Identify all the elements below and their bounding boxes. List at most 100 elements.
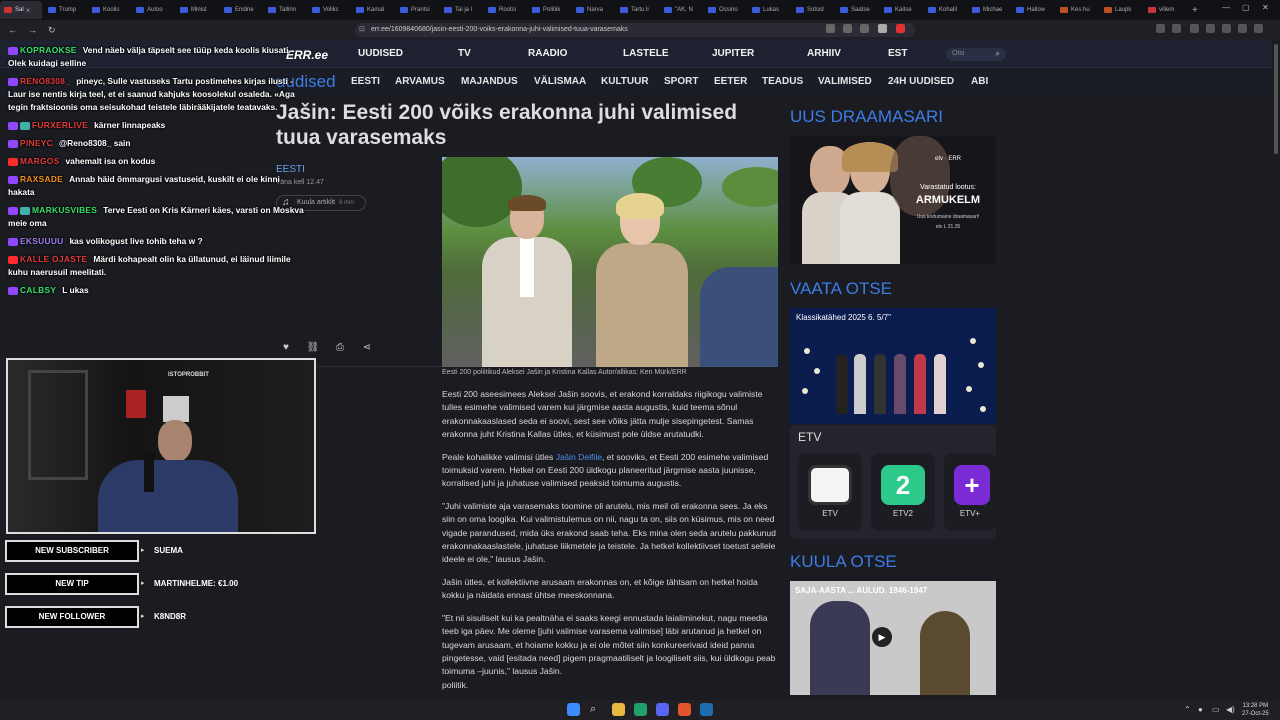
language-selector[interactable]: EST [888,48,907,59]
browser-tab[interactable]: Prantsi [396,1,438,19]
window-close-icon[interactable]: ✕ [1262,3,1269,12]
channel-etv[interactable]: ETV [798,453,862,531]
reload-icon[interactable]: ↻ [48,25,60,36]
network-icon[interactable]: ▭ [1212,705,1220,714]
subnav-valismaa[interactable]: VÄLISMAA [534,76,586,87]
subnav-eesti[interactable]: EESTI [351,76,380,87]
browser-tab[interactable]: "AK. N [660,1,702,19]
search-taskbar-icon[interactable]: ⌕ [590,703,603,716]
subnav-teadus[interactable]: TEADUS [762,76,803,87]
app-icon[interactable] [634,703,647,716]
browser-tab[interactable]: Kes hu [1056,1,1098,19]
radio-heading: KUULA OTSE [790,552,897,571]
back-icon[interactable]: ← [8,25,20,35]
topnav-jupiter[interactable]: JUPITER [712,48,754,59]
like-heart-icon[interactable]: ♥ [277,339,295,357]
copy-link-icon[interactable]: ⛓ [304,339,322,357]
share-article-icon[interactable]: ⋖ [358,339,376,357]
topnav-raadio[interactable]: RAADIO [528,48,567,59]
subnav-eeter[interactable]: EETER [714,76,747,87]
forward-icon[interactable]: → [28,25,40,35]
new-tab-icon[interactable]: + [1192,5,1198,16]
channel-etv2[interactable]: 2 ETV2 [871,453,935,531]
browser-tab[interactable]: Koolis [88,1,130,19]
maximize-icon[interactable]: ▢ [1242,3,1250,12]
browser-tab[interactable]: Politiik [528,1,570,19]
browser-tab[interactable]: Kaitse [880,1,922,19]
browser-tab[interactable]: Lukas [748,1,790,19]
browser-tab[interactable]: Narva [572,1,614,19]
downloads-icon[interactable] [1206,24,1215,33]
steam-icon[interactable] [700,703,713,716]
print-icon[interactable]: ⎙ [331,339,349,357]
profile-icon[interactable] [1222,24,1231,33]
tab-favicon-icon [180,7,188,13]
browser-tab[interactable]: Sotsid [792,1,834,19]
inline-link[interactable]: Jašin Delfile [556,452,602,462]
browser-tab[interactable]: Endine [220,1,262,19]
minimize-icon[interactable]: — [1222,3,1230,12]
file-explorer-icon[interactable] [612,703,625,716]
subnav-abi[interactable]: ABI [971,76,988,87]
brave-icon[interactable] [678,703,691,716]
tray-chevron-icon[interactable]: ⌃ [1184,705,1191,714]
subnav-majandus[interactable]: MAJANDUS [461,76,518,87]
browser-tab[interactable]: Saatse [836,1,878,19]
browser-tab[interactable]: Hallow [1012,1,1054,19]
volume-icon[interactable]: ◀) [1226,705,1235,714]
search-icon[interactable]: ⌕ [996,49,1000,59]
browser-tab[interactable]: Minist [176,1,218,19]
scrollbar-thumb[interactable] [1274,44,1278,154]
browser-tab[interactable]: Michae [968,1,1010,19]
tab-title: Laupk [1115,7,1132,13]
translate-icon[interactable] [826,24,835,33]
chat-text: vahemalt isa on kodus [65,156,156,166]
browser-tab[interactable]: Kohalil [924,1,966,19]
browser-tab[interactable]: Kamal [352,1,394,19]
bookmark-star-icon[interactable] [860,24,869,33]
brave-rewards-icon[interactable] [896,24,905,33]
tab-title: Narva [587,7,604,13]
browser-tab[interactable]: Tallinn [264,1,306,19]
mic-icon[interactable]: ● [1198,705,1203,714]
shield-icon[interactable] [878,24,887,33]
browser-tab[interactable]: Autoo [132,1,174,19]
radio-live-thumbnail[interactable]: SAJA-AASTA ... AULUD. 1946-1947 ▶ [790,581,996,695]
tab-close-icon[interactable]: × [26,6,31,15]
discord-icon[interactable] [656,703,669,716]
subnav-arvamus[interactable]: ARVAMUS [395,76,445,87]
browser-tab[interactable]: villem [1144,1,1186,19]
subnav-24h[interactable]: 24H UUDISED [888,76,954,87]
browser-tab[interactable]: Volikc [308,1,350,19]
play-icon[interactable]: ▶ [872,627,892,647]
system-clock[interactable]: 13:28 PM 27-Oct-25 [1242,702,1269,718]
browser-tab[interactable]: Tartu li [616,1,658,19]
wallet-icon[interactable] [1238,24,1247,33]
browser-tab[interactable]: Sal × [0,1,42,19]
browser-tab[interactable]: Ossino [704,1,746,19]
topnav-arhiiv[interactable]: ARHIIV [807,48,841,59]
article-photo[interactable] [442,157,778,367]
browser-tab[interactable]: Tai ja l [440,1,482,19]
browser-tab[interactable]: Laupk [1100,1,1142,19]
live-video-thumbnail[interactable]: Klassikatähed 2025 6. 5/7" [790,308,996,424]
browser-tab[interactable]: Trump [44,1,86,19]
subnav-kultuur[interactable]: KULTUUR [601,76,649,87]
topnav-uudised[interactable]: UUDISED [358,48,403,59]
search-input[interactable]: Otsi ⌕ [946,48,1006,61]
subnav-valimised[interactable]: VALIMISED [818,76,872,87]
settings-icon[interactable] [1254,24,1263,33]
page-scrollbar[interactable] [1272,40,1280,700]
topnav-tv[interactable]: TV [458,48,471,59]
share-icon[interactable] [843,24,852,33]
channel-etvplus[interactable]: + ETV+ [944,453,996,531]
start-icon[interactable] [567,703,580,716]
paragraph: poliitik. [442,679,469,690]
drama-promo[interactable]: etv · ERR Varastatud lootus: ARMUKELM Uu… [790,136,996,264]
extension-icon[interactable] [1156,24,1165,33]
browser-tab[interactable]: Rootsi [484,1,526,19]
topnav-lastele[interactable]: LASTELE [623,48,669,59]
subnav-sport[interactable]: SPORT [664,76,698,87]
sidebar-toggle-icon[interactable] [1172,24,1181,33]
music-icon[interactable] [1190,24,1199,33]
